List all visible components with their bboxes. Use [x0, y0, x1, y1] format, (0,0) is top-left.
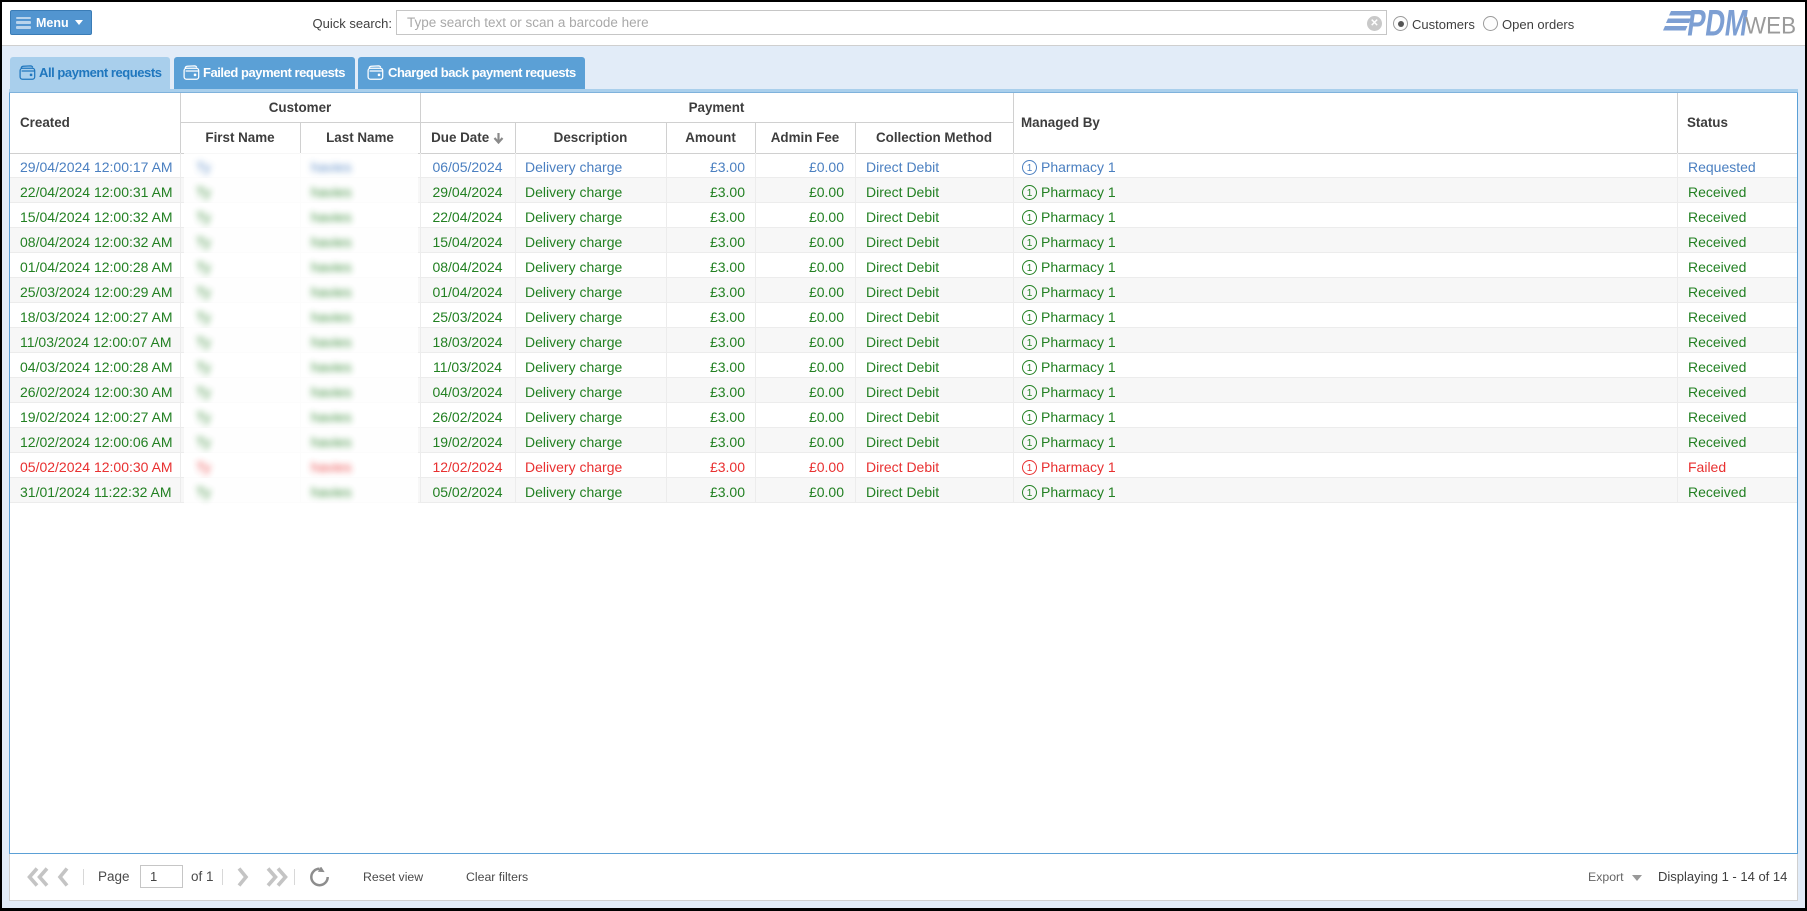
svg-text:PDM: PDM	[1685, 7, 1751, 42]
svg-text:WEB: WEB	[1745, 13, 1796, 40]
